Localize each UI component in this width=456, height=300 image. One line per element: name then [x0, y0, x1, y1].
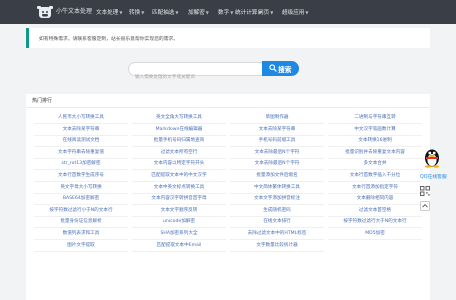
search-box: [128, 62, 263, 84]
search-button[interactable]: 搜索: [262, 61, 299, 76]
hot-link-item[interactable]: 文本内容汉字转拼音首字母: [132, 193, 226, 206]
menu-numbers[interactable]: 数字▼: [218, 8, 233, 16]
hot-link-item[interactable]: 文本去除某字符串: [34, 124, 128, 136]
hot-link-item[interactable]: 批量添加文件后缀名: [230, 170, 324, 182]
hot-link-item[interactable]: 文本文字顺序反转: [132, 205, 226, 217]
menu-encrypt[interactable]: 加解密▼: [188, 8, 209, 16]
caret-down-icon: ▼: [119, 10, 123, 15]
back-to-top-icon[interactable]: [420, 201, 430, 211]
hot-link-item[interactable]: 文本字符串去除重复值: [34, 147, 128, 159]
hot-link-item[interactable]: 多文本合并: [328, 158, 422, 171]
brand-name[interactable]: 小牛文本处理: [56, 6, 92, 15]
caret-down-icon: ▼: [175, 10, 179, 15]
hot-link-item[interactable]: 中文简体繁体转换工具: [230, 182, 324, 194]
panel-title: 热门排行: [32, 98, 53, 104]
hot-link-item[interactable]: 文本转换16进制: [328, 135, 422, 148]
hot-link-item[interactable]: 数值列表求和工具: [34, 228, 128, 240]
hot-link-item[interactable]: 英文全角大写转换工具: [132, 112, 226, 124]
hot-link-item[interactable]: 文本行首数字插入千分位: [328, 170, 422, 182]
notice-text: 如有特殊需求，请联系客服定制，站长很乐意帮你实现您的需求。: [39, 37, 179, 42]
hot-link-item[interactable]: 草图制作器: [230, 112, 324, 124]
search-icon: [269, 64, 277, 72]
notice-banner: 如有特殊需求，请联系客服定制，站长很乐意帮你实现您的需求。: [26, 28, 430, 48]
hot-ranking-panel: 热门排行 人民币大小写转换工具 英文全角大写转换工具 草图制作器 二进制与字符串互转文…: [26, 94, 430, 300]
qq-service-label: QQ在线客服: [420, 175, 447, 180]
hot-link-item[interactable]: 批量身份证信息解析: [34, 216, 128, 229]
hot-link-item[interactable]: 图片文字提取: [34, 240, 128, 252]
caret-down-icon: ▼: [141, 10, 145, 15]
hot-link-item[interactable]: 手机号码前缀工具: [230, 135, 324, 148]
hot-link-item[interactable]: 文本行首数字生成序号: [34, 170, 128, 182]
hot-link-item[interactable]: SHA加密系列大全: [132, 228, 226, 240]
search-button-label: 搜索: [278, 66, 292, 74]
hot-link-item[interactable]: 文本文字添加拼音标注: [230, 193, 324, 206]
hot-link-item[interactable]: str_rot13加密解密: [34, 158, 128, 171]
top-nav-bar: 小牛文本处理 文本处理▼ 转换▼ 匹配抽选▼ 加解密▼ 数字▼ 统计计算▼ 网页…: [0, 0, 456, 24]
hot-link-item[interactable]: 人民币大小写转换工具: [34, 112, 128, 124]
hot-link-item[interactable]: 文本去除某字符串: [230, 124, 324, 136]
hot-link-item[interactable]: 去除过滤文本中的HTML标签: [230, 228, 324, 240]
hot-link-item[interactable]: 生成随机密码: [230, 205, 324, 217]
hot-link-item[interactable]: 按字符数过滤行小于N的文本行: [34, 205, 128, 217]
hot-link-item[interactable]: 二进制与字符串互转: [328, 112, 422, 124]
menu-text-processing[interactable]: 文本处理▼: [96, 8, 122, 16]
hot-link-item[interactable]: 匹配提取文本中Email: [132, 240, 226, 252]
menu-match-extract[interactable]: 匹配抽选▼: [152, 8, 178, 16]
hot-link-item[interactable]: 文字数量比较统计器: [230, 240, 324, 252]
hot-link-item[interactable]: MD5加密: [328, 228, 422, 240]
caret-down-icon: ▼: [205, 10, 209, 15]
hot-link-item[interactable]: 文本中英文标点转换工具: [132, 182, 226, 194]
caret-down-icon: ▼: [230, 10, 234, 15]
hot-link-item[interactable]: 过滤文本首空格: [328, 205, 422, 217]
menu-convert[interactable]: 转换▼: [129, 8, 144, 16]
hot-link-item[interactable]: 文本去除最后N个字符: [230, 158, 324, 171]
menu-webpage[interactable]: 网页▼: [258, 8, 273, 16]
hot-link-item[interactable]: 批量手机号码归属地查询: [132, 135, 226, 148]
hot-link-item[interactable]: 按字符数过滤行大于N的文本行: [328, 216, 422, 229]
hot-link-item[interactable]: 在线文本排行: [230, 216, 324, 229]
qq-penguin-icon: [425, 149, 439, 168]
hot-link-item[interactable]: 文本删除相同内容: [328, 193, 422, 206]
hot-link-item[interactable]: 批量识别并去除重复文本内容: [328, 147, 422, 159]
calf-logo-icon[interactable]: [36, 3, 54, 21]
hot-link-item[interactable]: 中文汉字笔画数计算: [328, 124, 422, 136]
hot-link-item[interactable]: 过滤文本所有空行: [132, 147, 226, 159]
hot-link-item[interactable]: 英文字母大小写转换: [34, 182, 128, 194]
divider: [26, 107, 430, 108]
caret-down-icon: ▼: [305, 10, 309, 15]
search-input[interactable]: [129, 71, 262, 84]
hot-link-item[interactable]: 匹配提取文本中的中文汉字: [132, 170, 226, 182]
menu-super-apps[interactable]: 超级应用▼: [282, 8, 308, 16]
qr-code-icon[interactable]: [420, 186, 430, 196]
caret-down-icon: ▼: [270, 10, 274, 15]
hot-link-item[interactable]: 文本内容以特定字符开头: [132, 158, 226, 171]
hot-link-item[interactable]: 文本去除最后N个字符: [230, 147, 324, 159]
hot-link-item[interactable]: BASE64加密解密: [34, 193, 128, 206]
hot-link-item[interactable]: 文本行首添加指定字符: [328, 182, 422, 194]
hot-link-item[interactable]: Markdown在线编辑器: [132, 124, 226, 136]
hot-link-item[interactable]: unicode加解密: [132, 216, 226, 229]
hot-link-item[interactable]: 在线阅读测试文档: [34, 135, 128, 148]
